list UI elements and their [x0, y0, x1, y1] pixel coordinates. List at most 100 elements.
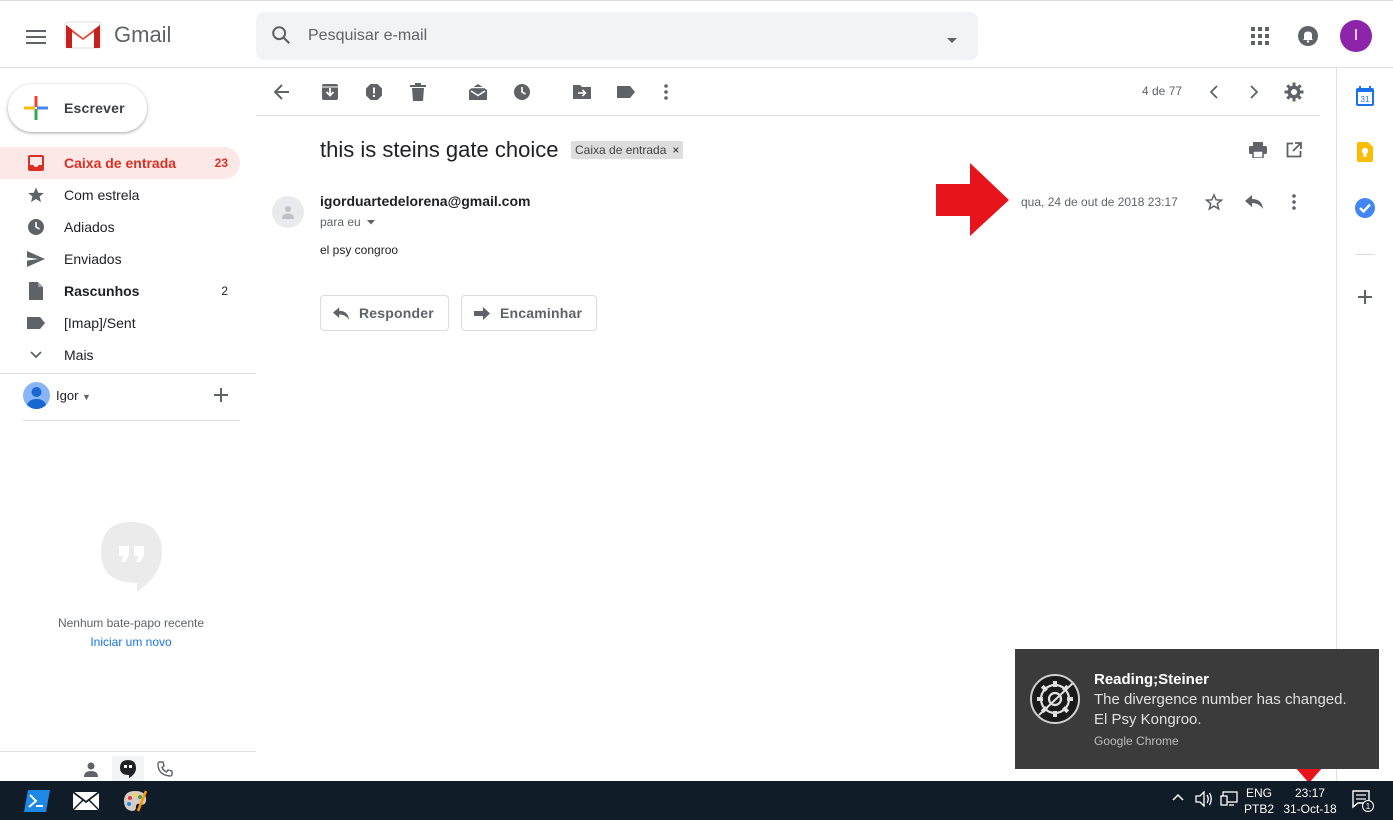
more-vert-icon: [1292, 194, 1296, 210]
taskbar-paint[interactable]: [111, 781, 159, 820]
message-more-button[interactable]: [1282, 190, 1306, 214]
notification-center-icon: 1: [1352, 790, 1374, 812]
account-button[interactable]: I: [1338, 18, 1374, 54]
network-button[interactable]: [1220, 791, 1238, 807]
unread-count: 23: [214, 156, 228, 170]
newer-button[interactable]: [1201, 80, 1227, 104]
report-spam-button[interactable]: [361, 80, 387, 104]
calendar-day: 31: [1361, 95, 1370, 104]
input-language[interactable]: ENG PTB2: [1244, 786, 1274, 816]
print-all-button[interactable]: [1246, 138, 1270, 162]
add-chat-button[interactable]: [214, 388, 228, 407]
search-bar[interactable]: [256, 12, 978, 60]
recipients-toggle[interactable]: para eu: [320, 215, 375, 229]
hangouts-account: Igor ▼: [0, 373, 256, 421]
sidebar-item-imap-sent[interactable]: [Imap]/Sent: [0, 307, 240, 339]
mail-open-icon: [469, 84, 487, 100]
arrow-back-icon: [274, 84, 289, 100]
compose-button[interactable]: Escrever: [8, 84, 147, 132]
notification-line-2: El Psy Kongroo.: [1094, 711, 1202, 728]
back-button[interactable]: [269, 80, 295, 104]
app-name: Gmail: [114, 22, 172, 47]
labels-button[interactable]: [613, 80, 639, 104]
chevron-left-icon: [1209, 85, 1218, 99]
keep-app-button[interactable]: [1354, 141, 1376, 163]
star-outline-icon: [1205, 193, 1223, 211]
delete-button[interactable]: [405, 80, 431, 104]
archive-button[interactable]: [317, 80, 343, 104]
sidebar-item-inbox[interactable]: Caixa de entrada 23: [0, 147, 240, 179]
message-date: qua, 24 de out de 2018 23:17: [1021, 195, 1178, 209]
settings-button[interactable]: [1281, 80, 1307, 104]
forward-button[interactable]: Encaminhar: [461, 295, 597, 331]
sidebar-item-sent[interactable]: Enviados: [0, 243, 240, 275]
account-avatar[interactable]: [23, 382, 50, 409]
gear-icon: [1284, 82, 1304, 102]
show-hidden-icons-button[interactable]: [1172, 793, 1184, 801]
hangouts-tab[interactable]: [112, 756, 144, 782]
draft-count: 2: [221, 284, 228, 298]
sidebar-item-label: Enviados: [64, 251, 122, 267]
chevron-down-icon: [26, 345, 46, 365]
search-icon[interactable]: [270, 24, 292, 51]
tasks-app-button[interactable]: [1354, 197, 1376, 219]
label-chip-inbox[interactable]: Caixa de entrada ×: [571, 141, 684, 159]
reply-button[interactable]: [1242, 190, 1266, 214]
more-options-button[interactable]: [653, 80, 679, 104]
reply-icon: [1245, 195, 1263, 209]
sidebar-item-more[interactable]: Mais: [0, 339, 240, 371]
message-body: el psy congroo: [320, 243, 399, 257]
search-input[interactable]: [308, 12, 928, 60]
mark-unread-button[interactable]: [465, 80, 491, 104]
bell-icon: [1298, 26, 1318, 46]
label-chip-text: Caixa de entrada: [575, 143, 667, 157]
app-header: Gmail I: [0, 5, 1393, 68]
apps-button[interactable]: [1242, 18, 1278, 54]
trash-icon: [410, 83, 426, 101]
phone-tab[interactable]: [149, 756, 181, 782]
sidebar-item-label: Caixa de entrada: [64, 155, 177, 171]
calendar-app-button[interactable]: 31: [1354, 85, 1376, 107]
sidebar-item-snoozed[interactable]: Adiados: [0, 211, 240, 243]
clock-icon: [514, 84, 530, 100]
sidebar-nav: Caixa de entrada 23 Com estrela Adiados …: [0, 147, 240, 371]
gear-emblem-icon: [1030, 674, 1080, 724]
powershell-icon: [24, 789, 50, 812]
reply-bottom-button[interactable]: Responder: [320, 295, 449, 331]
taskbar-powershell[interactable]: [13, 781, 61, 820]
no-recent-chats: Nenhum bate-papo recente: [57, 616, 205, 630]
notifications-button[interactable]: [1290, 18, 1326, 54]
clock-date: 31-Oct-18: [1283, 802, 1337, 816]
recipients-text: para eu: [320, 215, 361, 229]
gmail-logo[interactable]: Gmail: [64, 21, 171, 49]
archive-icon: [322, 84, 338, 100]
desktop-notification[interactable]: Reading;Steiner The divergence number ha…: [1015, 649, 1379, 769]
sender-email: igorduartedelorena@gmail.com: [320, 193, 531, 209]
move-to-button[interactable]: [569, 80, 595, 104]
star-message-button[interactable]: [1202, 190, 1226, 214]
start-new-chat-link[interactable]: Iniciar um novo: [0, 635, 262, 649]
clock[interactable]: 23:17 31-Oct-18: [1280, 786, 1340, 816]
search-options-icon[interactable]: [946, 32, 958, 50]
sidebar-item-starred[interactable]: Com estrela: [0, 179, 240, 211]
mail-icon: [73, 791, 99, 810]
sidebar-item-label: [Imap]/Sent: [64, 315, 136, 331]
printer-icon: [1249, 142, 1267, 158]
action-center-button[interactable]: 1: [1352, 790, 1374, 812]
remove-label-icon[interactable]: ×: [672, 143, 679, 157]
older-button[interactable]: [1241, 80, 1267, 104]
sidebar-item-drafts[interactable]: Rascunhos 2: [0, 275, 240, 307]
contacts-tab[interactable]: [75, 756, 107, 782]
get-addons-button[interactable]: [1354, 286, 1376, 308]
caret-down-icon: [366, 219, 375, 224]
open-new-window-button[interactable]: [1282, 138, 1306, 162]
calendar-icon: 31: [1356, 86, 1374, 106]
sidebar-item-label: Adiados: [64, 219, 115, 235]
volume-button[interactable]: [1195, 791, 1213, 807]
avatar: I: [1340, 20, 1372, 52]
notification-source: Google Chrome: [1094, 734, 1179, 748]
taskbar-mail[interactable]: [62, 781, 110, 820]
account-name[interactable]: Igor ▼: [56, 388, 91, 403]
snooze-button[interactable]: [509, 80, 535, 104]
main-menu-button[interactable]: [16, 19, 56, 55]
